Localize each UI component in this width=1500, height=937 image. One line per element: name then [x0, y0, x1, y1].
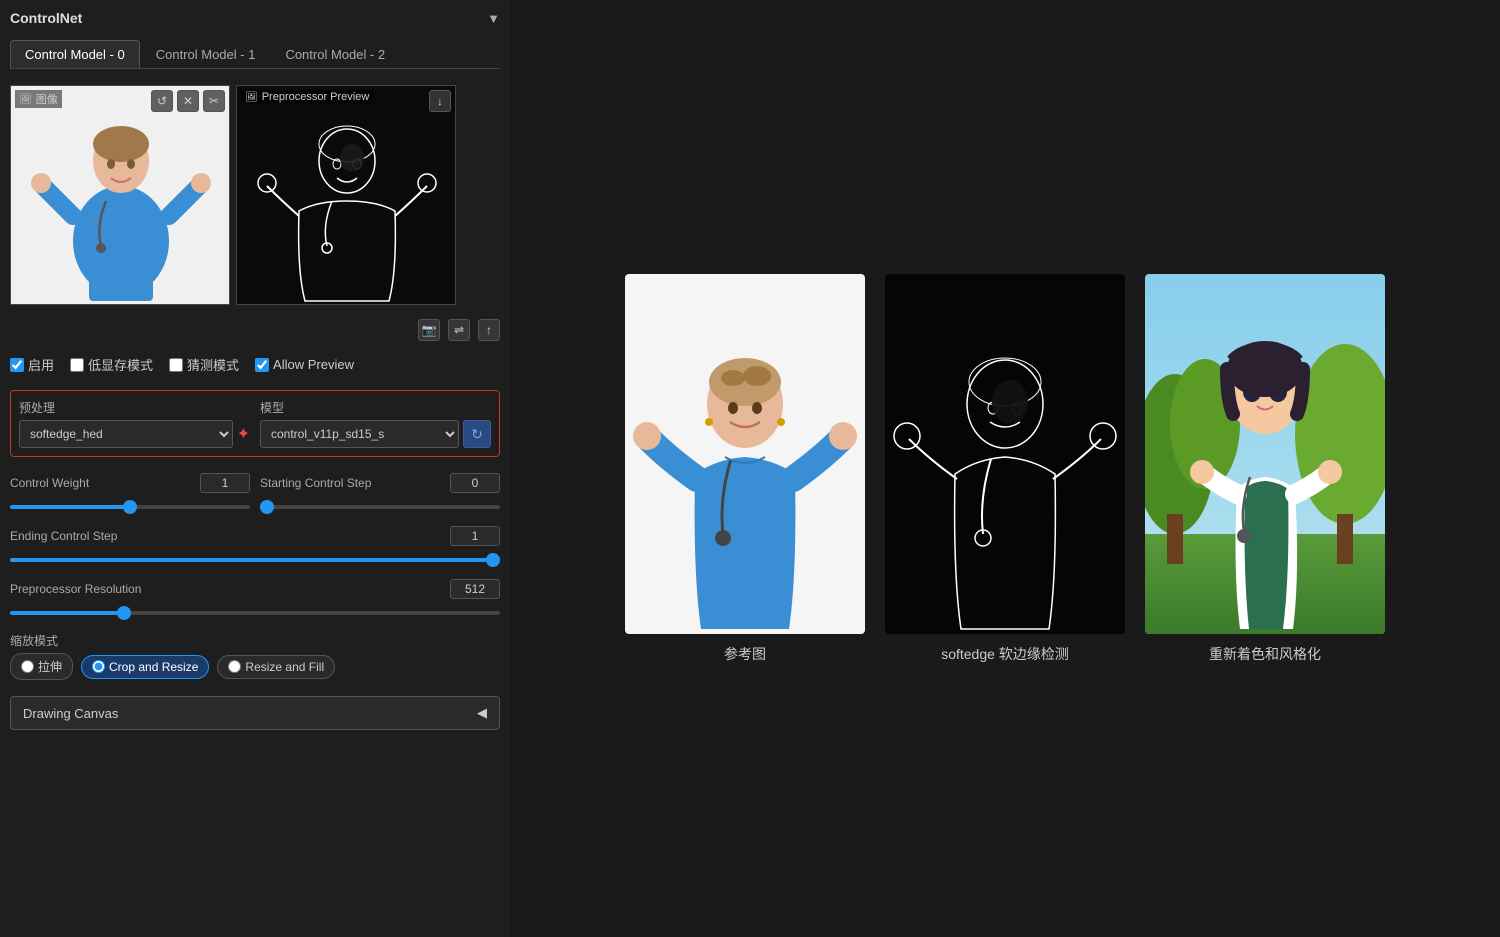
zoom-fill-radio[interactable]: [228, 660, 241, 673]
preprocessor-select[interactable]: softedge_hed canny depth none: [19, 420, 233, 448]
zoom-crop-radio[interactable]: [92, 660, 105, 673]
result-images: 参考图: [625, 274, 1385, 664]
result-item-edge: softedge 软边缘检测: [885, 274, 1125, 664]
preprocessor-res-label: Preprocessor Resolution: [10, 582, 141, 596]
low-vram-input[interactable]: [70, 358, 84, 372]
source-image-content: [11, 86, 229, 304]
fire-icon: ✦: [237, 424, 250, 444]
preprocessor-res-row: Preprocessor Resolution: [10, 579, 500, 599]
result-label-styled: 重新着色和风格化: [1209, 644, 1321, 664]
preview-image-controls: ↓: [429, 90, 451, 112]
refresh-image-btn[interactable]: ↺: [151, 90, 173, 112]
left-panel: ControlNet ▼ Control Model - 0 Control M…: [0, 0, 510, 937]
zoom-radio-group: 拉伸 Crop and Resize Resize and Fill: [10, 653, 500, 680]
starting-step-value[interactable]: [450, 473, 500, 493]
right-panel: 参考图: [510, 0, 1500, 937]
preprocessor-label: 预处理: [19, 399, 250, 416]
download-preview-btn[interactable]: ↓: [429, 90, 451, 112]
zoom-fill[interactable]: Resize and Fill: [217, 655, 335, 679]
tab-model-0[interactable]: Control Model - 0: [10, 40, 140, 68]
zoom-label: 缩放模式: [10, 632, 500, 649]
model-refresh-btn[interactable]: ↻: [463, 420, 491, 448]
low-vram-checkbox[interactable]: 低显存模式: [70, 355, 153, 374]
close-image-btn[interactable]: ✕: [177, 90, 199, 112]
checkbox-row: 启用 低显存模式 猜测模式 Allow Preview: [10, 355, 500, 374]
drawing-canvas-bar[interactable]: Drawing Canvas ◀: [10, 696, 500, 730]
preprocessor-col: 预处理 softedge_hed canny depth none ✦: [19, 399, 250, 448]
panel-header: ControlNet ▼: [10, 10, 500, 26]
action-row: 📷 ⇌ ↑: [10, 319, 500, 341]
control-weight-col: Control Weight: [10, 473, 250, 512]
camera-action-btn[interactable]: 📷: [418, 319, 440, 341]
guess-mode-input[interactable]: [169, 358, 183, 372]
starting-step-row: Starting Control Step: [260, 473, 500, 493]
zoom-crop[interactable]: Crop and Resize: [81, 655, 209, 679]
control-weight-value[interactable]: [200, 473, 250, 493]
ending-step-value[interactable]: [450, 526, 500, 546]
ending-step-slider[interactable]: [10, 558, 500, 562]
starting-step-col: Starting Control Step: [260, 473, 500, 512]
preprocessor-res-slider[interactable]: [10, 611, 500, 615]
tab-model-2[interactable]: Control Model - 2: [271, 40, 399, 68]
zoom-stretch[interactable]: 拉伸: [10, 653, 73, 680]
preprocessor-res-section: Preprocessor Resolution: [10, 579, 500, 618]
result-img-styled: [1145, 274, 1385, 634]
preview-image-label: 🖼 Preprocessor Preview: [241, 90, 373, 104]
enable-input[interactable]: [10, 358, 24, 372]
model-col: 模型 control_v11p_sd15_s control_v11p_sd15…: [260, 399, 491, 448]
ending-step-label: Ending Control Step: [10, 529, 120, 543]
ending-step-section: Ending Control Step: [10, 526, 500, 565]
result-img-reference: [625, 274, 865, 634]
zoom-stretch-radio[interactable]: [21, 660, 34, 673]
crop-image-btn[interactable]: ✂: [203, 90, 225, 112]
allow-preview-input[interactable]: [255, 358, 269, 372]
image-icon: 🖼: [19, 94, 32, 105]
starting-step-label: Starting Control Step: [260, 476, 371, 490]
preprocessor-select-row: softedge_hed canny depth none ✦: [19, 420, 250, 448]
upload-action-btn[interactable]: ↑: [478, 319, 500, 341]
preprocessor-res-value[interactable]: [450, 579, 500, 599]
ending-step-row: Ending Control Step: [10, 526, 500, 546]
preview-icon: 🖼: [245, 92, 258, 103]
control-weight-row: Control Weight: [10, 473, 250, 493]
tabs-container: Control Model - 0 Control Model - 1 Cont…: [10, 40, 500, 69]
result-img-edge: [885, 274, 1125, 634]
allow-preview-checkbox[interactable]: Allow Preview: [255, 357, 354, 372]
swap-action-btn[interactable]: ⇌: [448, 319, 470, 341]
drawing-canvas-icon: ◀: [477, 705, 487, 721]
model-select[interactable]: control_v11p_sd15_s control_v11p_sd15_ca…: [260, 420, 459, 448]
source-image-label: 🖼 图像: [15, 90, 62, 108]
model-row: 预处理 softedge_hed canny depth none ✦ 模型 c…: [19, 399, 491, 448]
panel-title: ControlNet: [10, 10, 82, 26]
enable-checkbox[interactable]: 启用: [10, 355, 54, 374]
result-label-edge: softedge 软边缘检测: [941, 644, 1069, 664]
zoom-section: 缩放模式 拉伸 Crop and Resize Resize and Fill: [10, 632, 500, 680]
source-image-controls: ↺ ✕ ✂: [151, 90, 225, 112]
result-item-styled: 重新着色和风格化: [1145, 274, 1385, 664]
tab-model-1[interactable]: Control Model - 1: [142, 40, 270, 68]
result-item-reference: 参考图: [625, 274, 865, 664]
image-row: 🖼 图像 ↺ ✕ ✂: [10, 85, 500, 305]
model-select-row: control_v11p_sd15_s control_v11p_sd15_ca…: [260, 420, 491, 448]
result-label-reference: 参考图: [724, 644, 766, 664]
control-weight-slider[interactable]: [10, 505, 250, 509]
source-image-box: 🖼 图像 ↺ ✕ ✂: [10, 85, 230, 305]
model-section: 预处理 softedge_hed canny depth none ✦ 模型 c…: [10, 390, 500, 457]
drawing-canvas-label: Drawing Canvas: [23, 706, 118, 721]
control-weight-label: Control Weight: [10, 476, 120, 490]
model-label: 模型: [260, 399, 491, 416]
starting-step-slider[interactable]: [260, 505, 500, 509]
preview-image-box: 🖼 Preprocessor Preview ↓: [236, 85, 456, 305]
preview-image-content: [237, 86, 455, 304]
guess-mode-checkbox[interactable]: 猜测模式: [169, 355, 239, 374]
two-col-sliders: Control Weight Starting Control Step: [10, 473, 500, 512]
collapse-icon[interactable]: ▼: [487, 11, 500, 26]
